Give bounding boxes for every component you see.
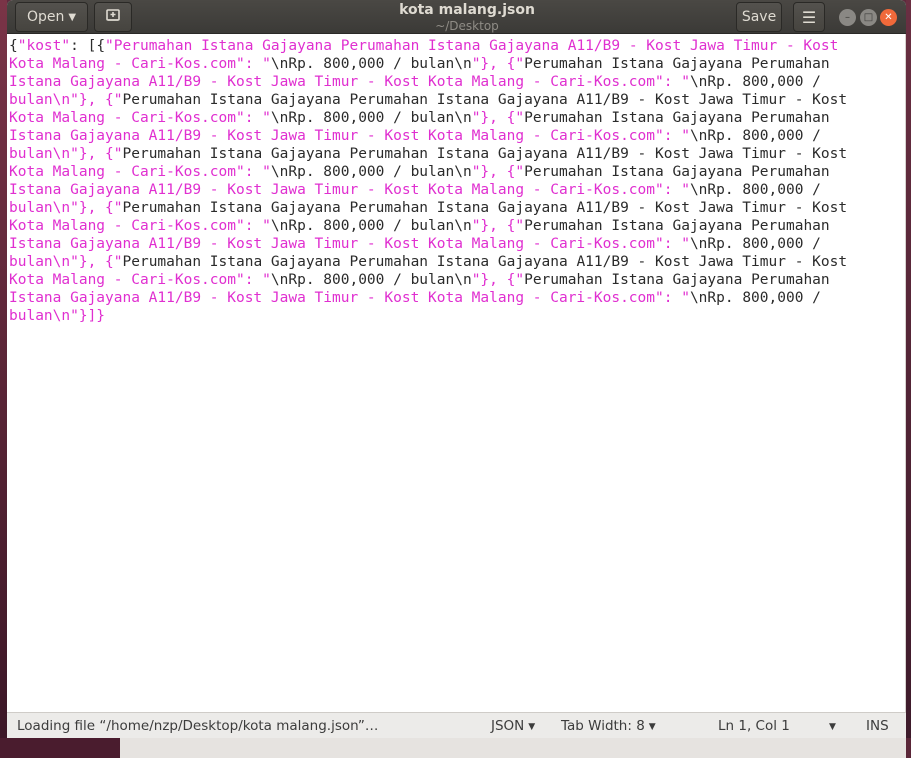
code-line[interactable]: bulan\n"}, {"Perumahan Istana Gajayana P… bbox=[9, 145, 889, 163]
save-button[interactable]: Save bbox=[736, 2, 782, 32]
maximize-icon[interactable]: □ bbox=[860, 9, 877, 26]
code-line[interactable]: Kota Malang - Cari-Kos.com": "\nRp. 800,… bbox=[9, 55, 889, 73]
code-line[interactable]: Kota Malang - Cari-Kos.com": "\nRp. 800,… bbox=[9, 217, 889, 235]
new-document-button[interactable] bbox=[94, 2, 132, 32]
document-text[interactable]: {"kost": [{"Perumahan Istana Gajayana Pe… bbox=[9, 37, 889, 325]
code-line[interactable]: bulan\n"}, {"Perumahan Istana Gajayana P… bbox=[9, 253, 889, 271]
code-line[interactable]: Kota Malang - Cari-Kos.com": "\nRp. 800,… bbox=[9, 109, 889, 127]
tab-width-selector[interactable]: Tab Width: 8 ▼ bbox=[561, 718, 656, 734]
open-button[interactable]: Open ▼ bbox=[15, 2, 88, 32]
code-line[interactable]: Kota Malang - Cari-Kos.com": "\nRp. 800,… bbox=[9, 271, 889, 289]
gedit-window: Open ▼ kota malang.json ~/Desktop Save ☰… bbox=[7, 0, 906, 738]
cursor-position[interactable]: Ln 1, Col 1 bbox=[718, 718, 790, 734]
status-bar: Loading file “/home/nzp/Desktop/kota mal… bbox=[7, 712, 906, 738]
document-pin-icon bbox=[105, 7, 121, 27]
tab-width-label: Tab Width: 8 bbox=[561, 718, 645, 734]
close-icon[interactable]: ✕ bbox=[880, 9, 897, 26]
code-line[interactable]: Istana Gajayana A11/B9 - Kost Jawa Timur… bbox=[9, 235, 889, 253]
chevron-down-icon: ▼ bbox=[528, 722, 536, 732]
code-line[interactable]: {"kost": [{"Perumahan Istana Gajayana Pe… bbox=[9, 37, 889, 55]
chevron-down-icon: ▼ bbox=[648, 722, 656, 732]
code-line[interactable]: Istana Gajayana A11/B9 - Kost Jawa Timur… bbox=[9, 127, 889, 145]
window-title: kota malang.json bbox=[399, 2, 535, 18]
code-line[interactable]: bulan\n"}, {"Perumahan Istana Gajayana P… bbox=[9, 91, 889, 109]
minimize-icon[interactable]: – bbox=[839, 9, 856, 26]
insert-mode-indicator[interactable]: INS bbox=[866, 718, 889, 734]
code-line[interactable]: Istana Gajayana A11/B9 - Kost Jawa Timur… bbox=[9, 289, 889, 307]
code-line[interactable]: Istana Gajayana A11/B9 - Kost Jawa Timur… bbox=[9, 181, 889, 199]
code-line[interactable]: Istana Gajayana A11/B9 - Kost Jawa Timur… bbox=[9, 73, 889, 91]
desktop-background-right bbox=[906, 0, 911, 758]
desktop-background-bottom bbox=[0, 738, 911, 758]
hamburger-menu-icon[interactable]: ☰ bbox=[793, 2, 825, 32]
text-editor-area[interactable]: {"kost": [{"Perumahan Istana Gajayana Pe… bbox=[7, 34, 906, 712]
header-bar: Open ▼ kota malang.json ~/Desktop Save ☰… bbox=[7, 0, 906, 34]
status-message: Loading file “/home/nzp/Desktop/kota mal… bbox=[17, 718, 379, 734]
code-line[interactable]: bulan\n"}, {"Perumahan Istana Gajayana P… bbox=[9, 199, 889, 217]
window-title-area: kota malang.json ~/Desktop bbox=[347, 2, 587, 33]
chevron-down-icon: ▼ bbox=[68, 11, 77, 23]
position-menu-chevron-icon[interactable]: ▼ bbox=[825, 718, 836, 734]
window-subtitle: ~/Desktop bbox=[435, 19, 499, 33]
desktop-background-left bbox=[0, 0, 7, 758]
code-line[interactable]: bulan\n"}]} bbox=[9, 307, 889, 325]
open-button-label: Open bbox=[26, 9, 65, 25]
language-selector[interactable]: JSON ▼ bbox=[491, 718, 535, 734]
code-line[interactable]: Kota Malang - Cari-Kos.com": "\nRp. 800,… bbox=[9, 163, 889, 181]
language-label: JSON bbox=[491, 718, 525, 734]
